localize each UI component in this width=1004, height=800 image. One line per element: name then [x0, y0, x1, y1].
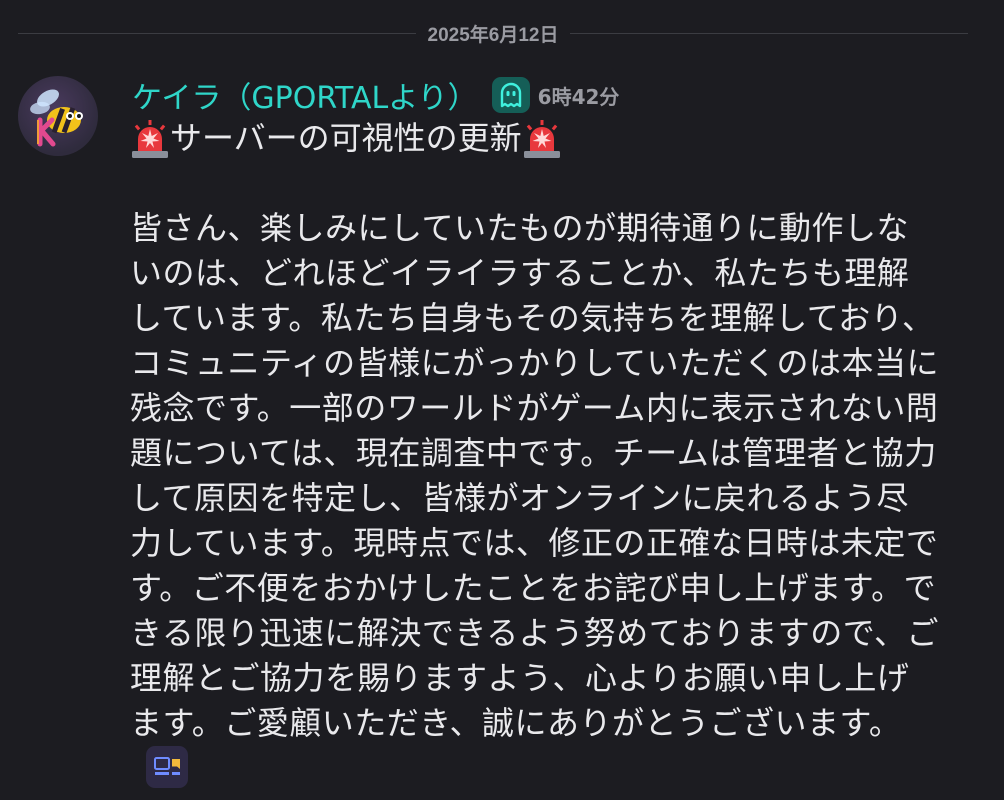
message-title: サーバーの可視性の更新 — [170, 119, 522, 157]
message-title-line: サーバーの可視性の更新 — [130, 116, 940, 161]
divider-line-left — [18, 32, 416, 34]
message-content: サーバーの可視性の更新 皆さん、楽しみにしていたものが期待通りに動作しないのは、… — [130, 116, 940, 791]
username[interactable]: ケイラ（GPORTALより） — [132, 73, 478, 117]
divider-line-right — [570, 32, 968, 34]
message-body: 皆さん、楽しみにしていたものが期待通りに動作しないのは、どれほどイライラすること… — [130, 206, 940, 791]
date-label: 2025年6月12日 — [427, 24, 559, 46]
bee-avatar-icon — [30, 89, 83, 147]
message-header: ケイラ（GPORTALより） 6時42分 — [132, 74, 619, 116]
police-siren-emoji — [132, 119, 168, 158]
timestamp: 6時42分 — [537, 84, 620, 109]
date-divider: 2025年6月12日 — [18, 18, 968, 48]
ghost-icon[interactable] — [491, 77, 530, 113]
message-body-text: 皆さん、楽しみにしていたものが期待通りに動作しないのは、どれほどイライラすること… — [130, 209, 939, 742]
avatar[interactable] — [18, 76, 98, 156]
police-siren-emoji — [523, 119, 560, 158]
news-icon[interactable] — [146, 746, 188, 788]
